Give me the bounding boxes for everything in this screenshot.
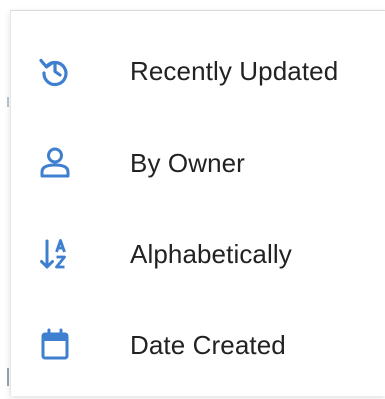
person-icon	[35, 143, 75, 183]
menu-item-label: Date Created	[130, 329, 286, 360]
menu-item-date-created[interactable]: Date Created	[11, 305, 385, 385]
calendar-icon	[35, 325, 75, 365]
screen: Recently Updated By Owner Alphabetically…	[0, 0, 385, 399]
sort-alpha-icon	[35, 234, 75, 274]
menu-item-recently-updated[interactable]: Recently Updated	[11, 31, 385, 111]
background-divider	[7, 368, 9, 386]
menu-item-label: Alphabetically	[130, 238, 292, 269]
background-divider	[7, 97, 9, 107]
menu-item-by-owner[interactable]: By Owner	[11, 123, 385, 203]
history-icon	[35, 51, 75, 91]
menu-item-label: Recently Updated	[130, 55, 339, 86]
menu-item-label: By Owner	[130, 147, 245, 178]
sort-menu: Recently Updated By Owner Alphabetically…	[10, 10, 385, 396]
menu-item-alphabetically[interactable]: Alphabetically	[11, 214, 385, 294]
